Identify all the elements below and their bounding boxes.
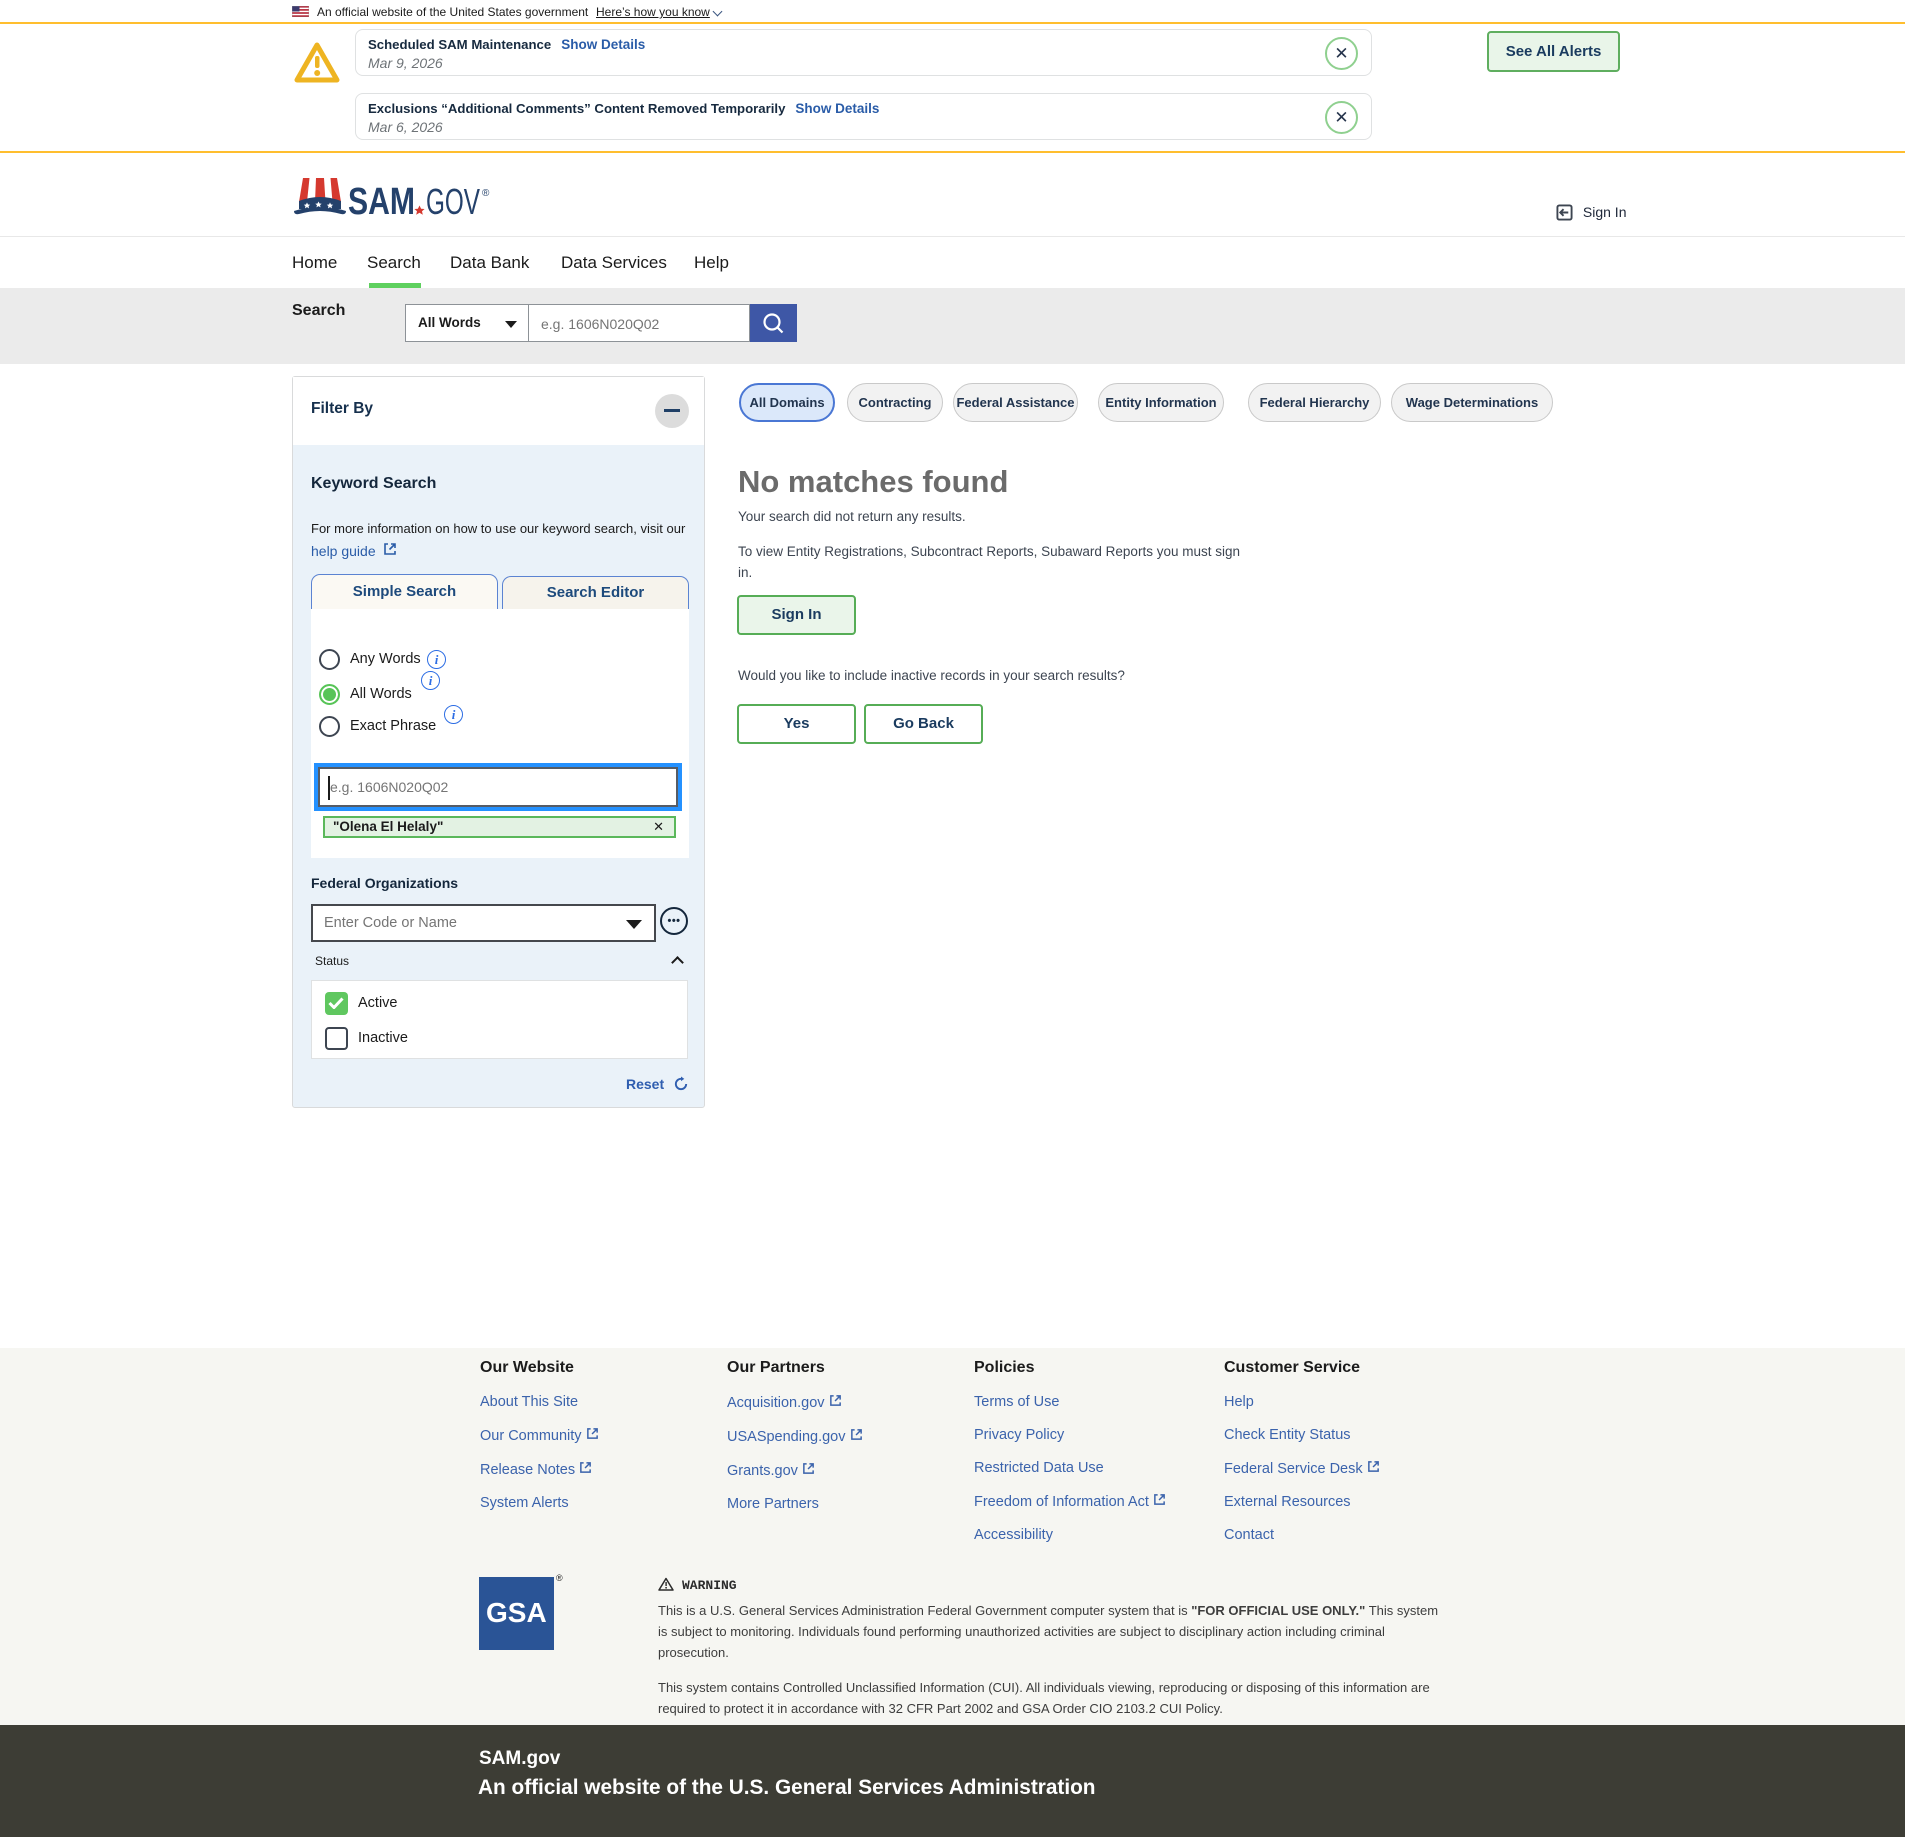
svg-text:SAM: SAM	[348, 181, 415, 220]
svg-text:®: ®	[482, 188, 490, 199]
svg-text:GOV: GOV	[426, 181, 480, 220]
